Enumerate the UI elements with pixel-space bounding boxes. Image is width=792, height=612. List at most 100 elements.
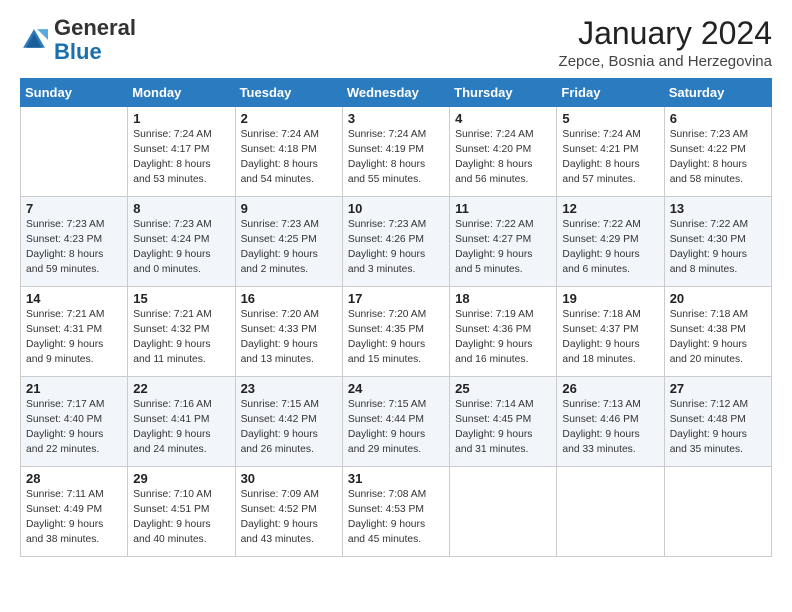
day-cell xyxy=(450,467,557,557)
day-cell: 8 Sunrise: 7:23 AMSunset: 4:24 PMDaylight… xyxy=(128,197,235,287)
day-number: 28 xyxy=(26,471,122,486)
day-cell: 17Sunrise: 7:20 AMSunset: 4:35 PMDayligh… xyxy=(342,287,449,377)
day-number: 5 xyxy=(562,111,658,126)
day-number: 22 xyxy=(133,381,229,396)
day-detail: Sunrise: 7:24 AMSunset: 4:17 PMDaylight:… xyxy=(133,128,229,188)
day-cell: 14 Sunrise: 7:21 AMSunset: 4:31 PMDayligh… xyxy=(21,287,128,377)
col-sunday: Sunday xyxy=(21,79,128,107)
day-detail: Sunrise: 7:17 AMSunset: 4:40 PMDaylight:… xyxy=(26,398,122,458)
logo-icon xyxy=(20,26,48,54)
week-row-0: 1Sunrise: 7:24 AMSunset: 4:17 PMDaylight… xyxy=(21,107,772,197)
day-cell: 22 Sunrise: 7:16 AMSunset: 4:41 PMDayligh… xyxy=(128,377,235,467)
day-detail: Sunrise: 7:14 AMSunset: 4:45 PMDaylight:… xyxy=(455,398,551,458)
day-cell xyxy=(557,467,664,557)
day-number: 31 xyxy=(348,471,444,486)
day-detail: Sunrise: 7:21 AMSunset: 4:31 PMDaylight:… xyxy=(26,308,122,368)
day-number: 11 xyxy=(455,201,551,216)
day-number: 23 xyxy=(241,381,337,396)
day-cell: 23Sunrise: 7:15 AMSunset: 4:42 PMDayligh… xyxy=(235,377,342,467)
day-cell xyxy=(21,107,128,197)
day-number: 27 xyxy=(670,381,766,396)
day-cell: 10 Sunrise: 7:23 AMSunset: 4:26 PMDayligh… xyxy=(342,197,449,287)
day-detail: Sunrise: 7:10 AMSunset: 4:51 PMDaylight:… xyxy=(133,488,229,548)
day-cell: 26 Sunrise: 7:13 AMSunset: 4:46 PMDayligh… xyxy=(557,377,664,467)
day-cell xyxy=(664,467,771,557)
day-number: 24 xyxy=(348,381,444,396)
day-cell: 4 Sunrise: 7:24 AMSunset: 4:20 PMDaylight… xyxy=(450,107,557,197)
day-cell: 25 Sunrise: 7:14 AMSunset: 4:45 PMDayligh… xyxy=(450,377,557,467)
day-detail: Sunrise: 7:24 AMSunset: 4:18 PMDaylight:… xyxy=(241,128,337,188)
day-number: 6 xyxy=(670,111,766,126)
day-number: 14 xyxy=(26,291,122,306)
col-monday: Monday xyxy=(128,79,235,107)
day-cell: 13Sunrise: 7:22 AMSunset: 4:30 PMDayligh… xyxy=(664,197,771,287)
day-number: 10 xyxy=(348,201,444,216)
day-detail: Sunrise: 7:13 AMSunset: 4:46 PMDaylight:… xyxy=(562,398,658,458)
header: General Blue January 2024 Zepce, Bosnia … xyxy=(20,16,772,70)
day-cell: 11 Sunrise: 7:22 AMSunset: 4:27 PMDayligh… xyxy=(450,197,557,287)
day-number: 7 xyxy=(26,201,122,216)
col-friday: Friday xyxy=(557,79,664,107)
location-subtitle: Zepce, Bosnia and Herzegovina xyxy=(559,53,772,70)
day-number: 16 xyxy=(241,291,337,306)
col-thursday: Thursday xyxy=(450,79,557,107)
day-number: 19 xyxy=(562,291,658,306)
day-cell: 1Sunrise: 7:24 AMSunset: 4:17 PMDaylight… xyxy=(128,107,235,197)
day-number: 18 xyxy=(455,291,551,306)
day-detail: Sunrise: 7:19 AMSunset: 4:36 PMDaylight:… xyxy=(455,308,551,368)
day-number: 9 xyxy=(241,201,337,216)
day-number: 30 xyxy=(241,471,337,486)
day-detail: Sunrise: 7:23 AMSunset: 4:24 PMDaylight:… xyxy=(133,218,229,278)
day-cell: 21 Sunrise: 7:17 AMSunset: 4:40 PMDayligh… xyxy=(21,377,128,467)
day-cell: 9 Sunrise: 7:23 AMSunset: 4:25 PMDaylight… xyxy=(235,197,342,287)
day-number: 21 xyxy=(26,381,122,396)
day-cell: 5 Sunrise: 7:24 AMSunset: 4:21 PMDaylight… xyxy=(557,107,664,197)
logo-general: General xyxy=(54,15,136,40)
day-detail: Sunrise: 7:16 AMSunset: 4:41 PMDaylight:… xyxy=(133,398,229,458)
day-detail: Sunrise: 7:24 AMSunset: 4:21 PMDaylight:… xyxy=(562,128,658,188)
calendar-header: Sunday Monday Tuesday Wednesday Thursday… xyxy=(21,79,772,107)
day-detail: Sunrise: 7:15 AMSunset: 4:44 PMDaylight:… xyxy=(348,398,444,458)
day-number: 26 xyxy=(562,381,658,396)
day-detail: Sunrise: 7:24 AMSunset: 4:20 PMDaylight:… xyxy=(455,128,551,188)
col-saturday: Saturday xyxy=(664,79,771,107)
day-detail: Sunrise: 7:22 AMSunset: 4:27 PMDaylight:… xyxy=(455,218,551,278)
day-cell: 3Sunrise: 7:24 AMSunset: 4:19 PMDaylight… xyxy=(342,107,449,197)
day-cell: 15 Sunrise: 7:21 AMSunset: 4:32 PMDayligh… xyxy=(128,287,235,377)
day-cell: 20 Sunrise: 7:18 AMSunset: 4:38 PMDayligh… xyxy=(664,287,771,377)
day-number: 8 xyxy=(133,201,229,216)
day-cell: 2 Sunrise: 7:24 AMSunset: 4:18 PMDaylight… xyxy=(235,107,342,197)
day-detail: Sunrise: 7:23 AMSunset: 4:26 PMDaylight:… xyxy=(348,218,444,278)
day-number: 3 xyxy=(348,111,444,126)
day-detail: Sunrise: 7:18 AMSunset: 4:38 PMDaylight:… xyxy=(670,308,766,368)
day-number: 4 xyxy=(455,111,551,126)
logo-blue: Blue xyxy=(54,39,102,64)
day-cell: 7 Sunrise: 7:23 AMSunset: 4:23 PMDaylight… xyxy=(21,197,128,287)
day-cell: 31Sunrise: 7:08 AMSunset: 4:53 PMDayligh… xyxy=(342,467,449,557)
day-number: 13 xyxy=(670,201,766,216)
day-detail: Sunrise: 7:23 AMSunset: 4:22 PMDaylight:… xyxy=(670,128,766,188)
day-number: 20 xyxy=(670,291,766,306)
day-cell: 28 Sunrise: 7:11 AMSunset: 4:49 PMDayligh… xyxy=(21,467,128,557)
page: General Blue January 2024 Zepce, Bosnia … xyxy=(0,0,792,573)
day-detail: Sunrise: 7:09 AMSunset: 4:52 PMDaylight:… xyxy=(241,488,337,548)
day-number: 25 xyxy=(455,381,551,396)
day-detail: Sunrise: 7:23 AMSunset: 4:25 PMDaylight:… xyxy=(241,218,337,278)
week-row-3: 21 Sunrise: 7:17 AMSunset: 4:40 PMDayligh… xyxy=(21,377,772,467)
calendar-body: 1Sunrise: 7:24 AMSunset: 4:17 PMDaylight… xyxy=(21,107,772,557)
header-row: Sunday Monday Tuesday Wednesday Thursday… xyxy=(21,79,772,107)
week-row-4: 28 Sunrise: 7:11 AMSunset: 4:49 PMDayligh… xyxy=(21,467,772,557)
calendar-table: Sunday Monday Tuesday Wednesday Thursday… xyxy=(20,78,772,557)
day-cell: 27 Sunrise: 7:12 AMSunset: 4:48 PMDayligh… xyxy=(664,377,771,467)
day-detail: Sunrise: 7:20 AMSunset: 4:33 PMDaylight:… xyxy=(241,308,337,368)
day-number: 17 xyxy=(348,291,444,306)
day-detail: Sunrise: 7:21 AMSunset: 4:32 PMDaylight:… xyxy=(133,308,229,368)
week-row-1: 7 Sunrise: 7:23 AMSunset: 4:23 PMDaylight… xyxy=(21,197,772,287)
day-number: 29 xyxy=(133,471,229,486)
day-cell: 16 Sunrise: 7:20 AMSunset: 4:33 PMDayligh… xyxy=(235,287,342,377)
day-detail: Sunrise: 7:12 AMSunset: 4:48 PMDaylight:… xyxy=(670,398,766,458)
day-number: 15 xyxy=(133,291,229,306)
day-number: 2 xyxy=(241,111,337,126)
day-detail: Sunrise: 7:11 AMSunset: 4:49 PMDaylight:… xyxy=(26,488,122,548)
day-detail: Sunrise: 7:23 AMSunset: 4:23 PMDaylight:… xyxy=(26,218,122,278)
